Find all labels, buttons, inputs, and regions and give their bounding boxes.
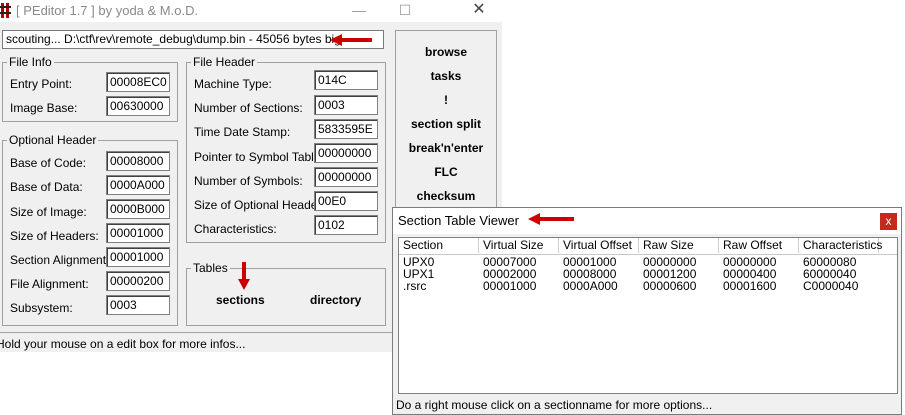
maximize-button[interactable]: ☐ — [382, 0, 428, 22]
window-title: [ PEditor 1.7 ] by yoda & M.o.D. — [16, 3, 199, 18]
section-name-cell[interactable]: .rsrc — [399, 280, 426, 292]
opt-field-label: Subsystem: — [10, 301, 73, 315]
column-header[interactable]: Section — [399, 238, 479, 253]
tables-legend: Tables — [193, 261, 228, 275]
column-header[interactable]: Virtual Size — [479, 238, 559, 253]
break-n-enter-button[interactable]: break'n'enter — [396, 141, 496, 155]
opt-field-label: Size of Headers: — [10, 229, 99, 243]
entry-point-label: Entry Point: — [10, 77, 73, 91]
table-cell: 00001600 — [723, 279, 777, 293]
fh-field-label: Size of Optional Header: — [194, 198, 325, 212]
annotation-arrow-icon — [528, 213, 574, 225]
column-header[interactable]: Raw Offset — [719, 238, 799, 253]
opt-field-label: Base of Code: — [10, 156, 87, 170]
size-of-headers-field[interactable]: 00001000 — [106, 223, 170, 243]
section-row[interactable]: .rsrc 00001000 0000A000 00000600 0000160… — [399, 280, 897, 292]
opt-field-label: Section Alignment: — [10, 253, 110, 267]
run-button[interactable]: ! — [396, 93, 496, 107]
table-cell: C0000040 — [803, 279, 859, 293]
table-cell: 0000A000 — [563, 279, 618, 293]
file-info-legend: File Info — [9, 55, 52, 69]
app-icon — [0, 3, 11, 18]
section-split-button[interactable]: section split — [396, 117, 496, 131]
subsystem-field[interactable]: 0003 — [106, 295, 170, 315]
size-of-image-field[interactable]: 0000B000 — [106, 199, 170, 219]
fh-field-label: Characteristics: — [194, 222, 277, 236]
viewer-title: Section Table Viewer — [398, 213, 519, 228]
title-bar[interactable]: [ PEditor 1.7 ] by yoda & M.o.D. — ☐ ✕ — [0, 0, 502, 22]
viewer-close-button[interactable]: x — [880, 213, 897, 230]
directory-button[interactable]: directory — [310, 293, 361, 307]
browse-button[interactable]: browse — [396, 45, 496, 59]
optional-header-legend: Optional Header — [9, 133, 97, 147]
file-path-field[interactable]: scouting... D:\ctf\rev\remote_debug\dump… — [2, 30, 384, 49]
flc-button[interactable]: FLC — [396, 165, 496, 179]
section-alignment-field[interactable]: 00001000 — [106, 247, 170, 267]
minimize-button[interactable]: — — [336, 0, 382, 22]
list-header: Section Virtual Size Virtual Offset Raw … — [399, 238, 897, 255]
file-header-legend: File Header — [193, 55, 256, 69]
table-cell: 00001000 — [483, 279, 537, 293]
checksum-button[interactable]: checksum — [396, 189, 496, 203]
viewer-status-text: Do a right mouse click on a sectionname … — [396, 398, 713, 412]
opt-field-label: File Alignment: — [10, 277, 89, 291]
base-of-data-field[interactable]: 0000A000 — [106, 175, 170, 195]
machine-type-field[interactable]: 014C — [314, 70, 378, 90]
close-button[interactable]: ✕ — [456, 0, 502, 22]
section-list[interactable]: Section Virtual Size Virtual Offset Raw … — [398, 237, 898, 394]
base-of-code-field[interactable]: 00008000 — [106, 151, 170, 171]
number-of-symbols-field[interactable]: 00000000 — [314, 167, 378, 187]
time-date-stamp-field[interactable]: 5833595E — [314, 119, 378, 139]
sections-button[interactable]: sections — [216, 293, 265, 307]
image-base-field[interactable]: 00630000 — [106, 96, 170, 116]
fh-field-label: Pointer to Symbol Table: — [194, 150, 324, 164]
fh-field-label: Number of Sections: — [194, 101, 303, 115]
table-cell: 00000600 — [643, 279, 697, 293]
number-of-sections-field[interactable]: 0003 — [314, 95, 378, 115]
pointer-to-symbol-table-field[interactable]: 00000000 — [314, 143, 378, 163]
characteristics-field[interactable]: 0102 — [314, 215, 378, 235]
fh-field-label: Time Date Stamp: — [194, 125, 291, 139]
opt-field-label: Base of Data: — [10, 180, 83, 194]
tasks-button[interactable]: tasks — [396, 69, 496, 83]
annotation-arrow-icon — [238, 262, 250, 290]
section-table-viewer-window: Section Table Viewer x Section Virtual S… — [392, 207, 902, 415]
column-header[interactable]: Characteristics — [799, 238, 882, 253]
column-header[interactable]: Raw Size — [639, 238, 719, 253]
opt-field-label: Size of Image: — [10, 205, 87, 219]
image-base-label: Image Base: — [10, 101, 78, 115]
fh-field-label: Number of Symbols: — [194, 174, 303, 188]
entry-point-field[interactable]: 00008EC0 — [106, 72, 170, 92]
size-of-optional-header-field[interactable]: 00E0 — [314, 191, 378, 211]
annotation-arrow-icon — [330, 34, 372, 46]
column-header[interactable]: Virtual Offset — [559, 238, 639, 253]
file-alignment-field[interactable]: 00000200 — [106, 271, 170, 291]
fh-field-label: Machine Type: — [194, 77, 272, 91]
status-text: Hold your mouse on a edit box for more i… — [0, 337, 246, 351]
viewer-title-bar[interactable]: Section Table Viewer x — [393, 208, 901, 234]
